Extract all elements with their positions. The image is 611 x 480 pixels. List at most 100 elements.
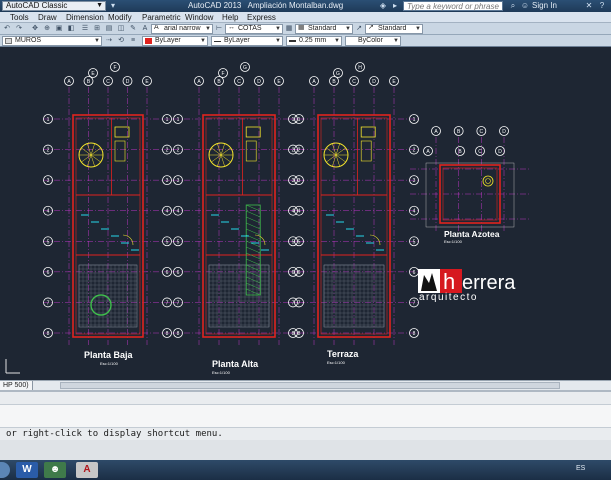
table-style-icon[interactable]: ▦ — [284, 24, 294, 34]
fixture — [114, 140, 126, 162]
dim-style-select[interactable]: ↔ COTAS ▼ — [225, 24, 283, 34]
mleader-style-value: Standard — [378, 25, 407, 32]
scroll-thumb[interactable] — [60, 382, 560, 389]
text-style-select[interactable]: A arial narrow ▼ — [151, 24, 213, 34]
quick-access-icon[interactable]: ▾ — [108, 1, 118, 11]
dropdown-arrow-icon[interactable]: ▸ — [390, 1, 400, 11]
stair-hatch — [246, 276, 261, 284]
linetype-line-icon — [214, 41, 221, 42]
axis-bubble-label: 3 — [292, 178, 295, 184]
axis-bubble-label: 4 — [292, 209, 295, 215]
sheet-set-icon[interactable]: ◫ — [116, 24, 126, 34]
stair-tread — [211, 154, 222, 163]
menu-help[interactable]: Help — [222, 13, 238, 22]
stair-hatch — [246, 246, 261, 254]
messenger-icon[interactable]: ☻ — [44, 462, 66, 478]
axis-bubble: D — [499, 126, 509, 136]
layout-tab[interactable]: HP 500) — [0, 381, 33, 390]
menu-window[interactable]: Window — [185, 13, 213, 22]
menu-express[interactable]: Express — [247, 13, 276, 22]
logo-initial: h — [443, 269, 455, 294]
zoom-window-icon[interactable]: ▣ — [54, 24, 64, 34]
user-icon[interactable]: ☺ — [520, 1, 530, 11]
axis-bubble-label: 8 — [166, 331, 169, 337]
zoom-previous-icon[interactable]: ◧ — [66, 24, 76, 34]
mleader-style-select[interactable]: ↗ Standard ▼ — [365, 24, 423, 34]
workspace-selector[interactable]: AutoCAD Classic ▼ — [2, 1, 106, 11]
axis-bubble: A — [64, 76, 74, 86]
axis-bubble: B — [455, 146, 465, 156]
layers-toolbar: MUROS ▼ ⇢ ⟲ ≡ ByLayer ▼ ByLayer ▼ 0.25 m… — [0, 35, 611, 47]
axis-bubble-label: D — [126, 79, 130, 85]
stair-hatch — [246, 252, 261, 260]
linetype-select[interactable]: ByLayer ▼ — [211, 36, 283, 46]
color-select[interactable]: ByLayer ▼ — [142, 36, 208, 46]
axis-bubble-label: 7 — [292, 300, 295, 306]
search-icon[interactable]: ⌕ — [508, 1, 518, 11]
pan-icon[interactable]: ✥ — [30, 24, 40, 34]
stair-tread — [335, 154, 340, 167]
floor-plan-planta-azotea — [425, 162, 515, 228]
tank-symbol — [482, 175, 494, 187]
drawing-canvas[interactable]: ABCDEEF1122334455667788ABCDEFG1122334455… — [0, 47, 611, 380]
search-input[interactable]: Type a keyword or phrase — [403, 1, 503, 11]
redo-icon[interactable]: ↷ — [14, 24, 24, 34]
make-current-icon[interactable]: ⇢ — [104, 36, 114, 46]
word-icon[interactable]: W — [16, 462, 38, 478]
chevron-down-icon: ▼ — [96, 2, 103, 9]
axis-bubble-label: 1 — [177, 117, 180, 123]
start-button-icon[interactable] — [0, 462, 10, 478]
sign-in-button[interactable]: Sign In — [532, 1, 557, 10]
stair-tread — [326, 147, 337, 156]
axis-bubble: 2 — [162, 144, 172, 155]
markup-icon[interactable]: ✎ — [128, 24, 138, 34]
properties-icon[interactable]: ☰ — [80, 24, 90, 34]
zoom-icon[interactable]: ⊕ — [42, 24, 52, 34]
table-style-select[interactable]: ▦ Standard ▼ — [295, 24, 353, 34]
axis-bubble-label: 8 — [47, 331, 50, 337]
layer-select[interactable]: MUROS ▼ — [2, 36, 102, 46]
axis-bubble-label: A — [197, 79, 201, 85]
menu-tools[interactable]: Tools — [10, 13, 29, 22]
exchange-icon[interactable]: ✕ — [584, 1, 594, 11]
stair-hatch — [246, 228, 261, 236]
axis-bubble-label: A — [312, 79, 316, 85]
layer-previous-icon[interactable]: ⟲ — [116, 36, 126, 46]
plan-title-planta-alta: Planta Alta — [212, 359, 259, 369]
axis-bubble-label: B — [458, 149, 462, 155]
binoculars-icon[interactable]: ◈ — [378, 1, 388, 11]
command-input[interactable] — [0, 440, 611, 462]
stair-hatch — [246, 210, 261, 218]
horizontal-scrollbar[interactable]: HP 500) — [0, 380, 611, 390]
menu-modify[interactable]: Modify — [108, 13, 132, 22]
plotstyle-select[interactable]: ByColor ▼ — [345, 36, 401, 46]
axis-bubble: 7 — [162, 297, 172, 308]
chevron-down-icon: ▼ — [94, 38, 100, 44]
chevron-down-icon: ▼ — [393, 38, 399, 44]
tool-palettes-icon[interactable]: ▤ — [104, 24, 114, 34]
help-icon[interactable]: ? — [597, 1, 607, 11]
text-style-icon[interactable]: A — [140, 24, 150, 34]
axis-bubble-label: 5 — [166, 239, 169, 245]
menu-dimension[interactable]: Dimension — [66, 13, 104, 22]
axis-bubble: 3 — [162, 175, 172, 186]
undo-icon[interactable]: ↶ — [2, 24, 12, 34]
stair-hatch — [246, 240, 261, 248]
axis-bubble-label: F — [113, 65, 116, 71]
stair-tread — [87, 154, 92, 167]
mleader-style-icon[interactable]: ↗ — [354, 24, 364, 34]
dim-style-icon[interactable]: ⊢ — [214, 24, 224, 34]
design-center-icon[interactable]: ⊞ — [92, 24, 102, 34]
lineweight-select[interactable]: 0.25 mm ▼ — [286, 36, 342, 46]
layer-states-icon[interactable]: ≡ — [128, 36, 138, 46]
axis-bubble-label: 7 — [47, 300, 50, 306]
axis-bubble: H — [355, 62, 365, 72]
fixture — [360, 126, 376, 138]
stair-tread — [81, 147, 92, 156]
language-indicator[interactable]: ES — [576, 465, 585, 472]
text-style-value: arial narrow — [164, 25, 201, 32]
autocad-taskbar-icon[interactable]: A — [76, 462, 98, 478]
menu-parametric[interactable]: Parametric — [142, 13, 181, 22]
axis-bubble-label: 2 — [166, 148, 169, 154]
menu-draw[interactable]: Draw — [38, 13, 57, 22]
